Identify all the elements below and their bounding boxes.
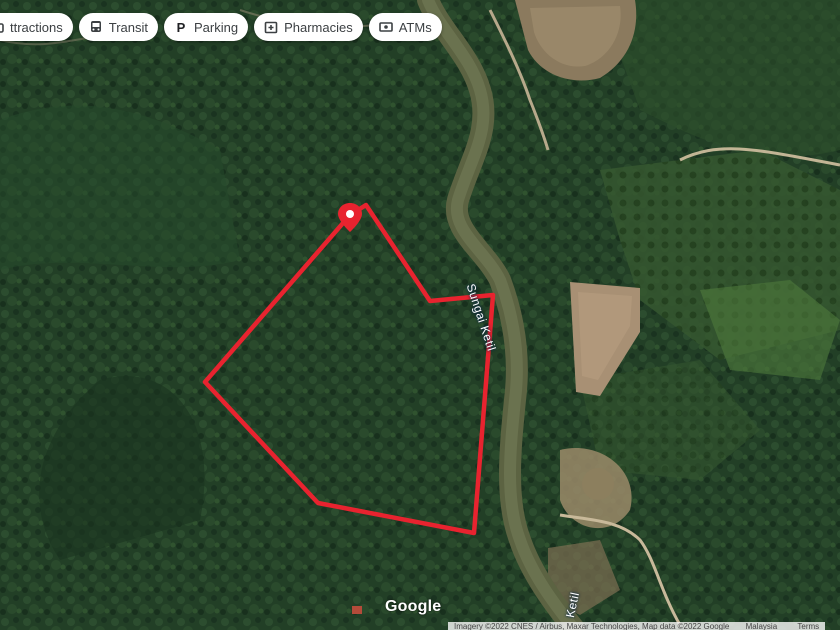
terms-link[interactable]: Terms [797, 622, 819, 630]
parking-chip-label: Parking [194, 19, 239, 35]
boundary-overlay [202, 202, 496, 536]
parking-icon: P [176, 19, 186, 35]
filter-chip-bar: ttractions Transit P Parking Pharmacies … [0, 13, 442, 41]
map-attribution: Imagery ©2022 CNES / Airbus, Maxar Techn… [448, 622, 826, 630]
pharmacies-chip-label: Pharmacies [284, 19, 353, 35]
bus-icon [89, 20, 103, 34]
transit-chip[interactable]: Transit [78, 13, 158, 41]
boundary-polygon[interactable] [202, 202, 496, 536]
google-logo: Google [385, 598, 442, 615]
pharmacy-icon [264, 20, 278, 34]
transit-chip-label: Transit [108, 19, 148, 35]
pharmacies-chip[interactable]: Pharmacies [254, 13, 363, 41]
map-view[interactable]: ttractions Transit P Parking Pharmacies … [0, 0, 840, 630]
attribution-region: Malaysia [745, 622, 778, 630]
atm-icon [378, 20, 393, 34]
parking-chip[interactable]: P Parking [164, 13, 249, 41]
attractions-chip-label: ttractions [10, 19, 63, 35]
camera-icon [0, 20, 4, 34]
attribution-text: Imagery ©2022 CNES / Airbus, Maxar Techn… [454, 622, 730, 630]
attractions-chip[interactable]: ttractions [0, 13, 73, 41]
atms-chip[interactable]: ATMs [368, 13, 442, 41]
atms-chip-label: ATMs [398, 19, 432, 35]
